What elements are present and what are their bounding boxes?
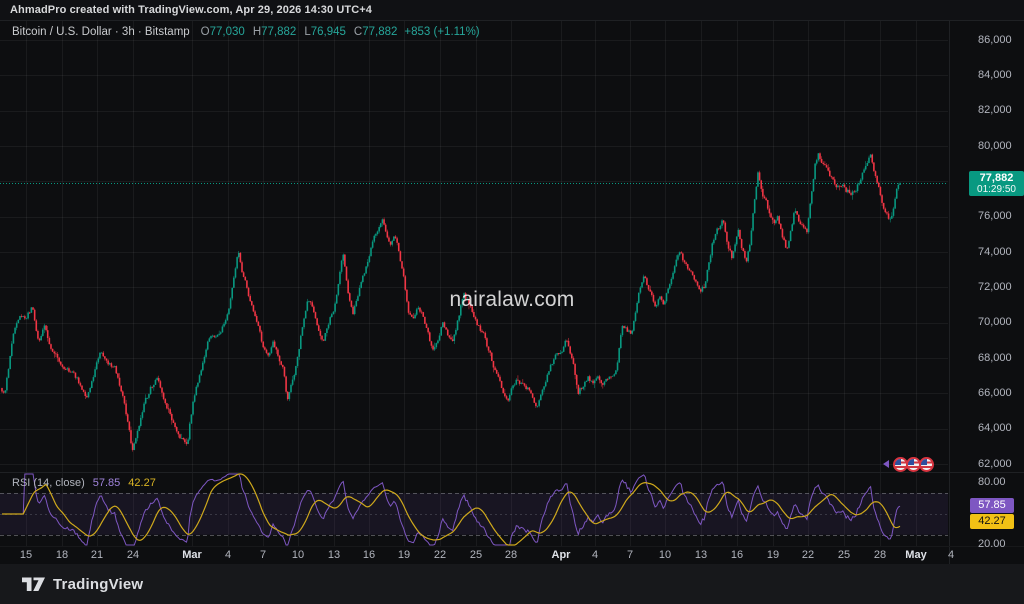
time-tick-day: 22 <box>434 549 446 562</box>
time-tick-day: 25 <box>470 549 482 562</box>
ohlc-pair: H77,882 <box>253 26 297 38</box>
time-tick-day: 13 <box>328 549 340 562</box>
price-scale-label: 64,000 <box>978 422 1012 435</box>
time-tick-day: 4 <box>592 549 598 562</box>
time-tick-day: 10 <box>659 549 671 562</box>
time-axis[interactable]: 15 18 21 24 Mar 4 7 10 13 16 19 22 25 28 Apr 4 7 10 13 16 19… <box>0 547 1024 564</box>
rsi-legend-value: 57.85 <box>93 477 121 489</box>
price-scale-label: 76,000 <box>978 210 1012 223</box>
us-flag-event-icon[interactable] <box>919 457 934 472</box>
watermark-text: nairalaw.com <box>450 288 575 312</box>
price-scale-label: 72,000 <box>978 281 1012 294</box>
price-scale-label: 74,000 <box>978 246 1012 259</box>
time-tick-day: 28 <box>874 549 886 562</box>
price-scale-label: 66,000 <box>978 387 1012 400</box>
time-tick-month: Apr <box>552 549 571 562</box>
time-tick-day: 4 <box>225 549 231 562</box>
time-tick-day: 7 <box>260 549 266 562</box>
rsi-scale-80: 80.00 <box>978 476 1006 489</box>
price-scale-label: 70,000 <box>978 316 1012 329</box>
tradingview-logo-text[interactable]: TradingView <box>53 576 143 593</box>
rsi-ma-legend-value: 42.27 <box>128 477 156 489</box>
time-tick-day: 7 <box>627 549 633 562</box>
time-tick-day: 25 <box>838 549 850 562</box>
symbol-legend[interactable]: Bitcoin / U.S. Dollar · 3h · Bitstamp O7… <box>12 26 480 38</box>
time-tick-month: May <box>905 549 926 562</box>
rsi-legend[interactable]: RSI (14, close) 57.85 42.27 <box>12 477 156 489</box>
price-scale-label: 80,000 <box>978 140 1012 153</box>
tradingview-logo-icon[interactable] <box>22 576 45 593</box>
rsi-legend-title: RSI (14, close) <box>12 477 85 489</box>
rsi-value-badge: 57.85 <box>970 498 1014 513</box>
ohlc-pair: O77,030 <box>201 26 245 38</box>
price-scale-label: 84,000 <box>978 69 1012 82</box>
time-tick-day: 21 <box>91 549 103 562</box>
current-price-value: 77,882 <box>969 172 1024 184</box>
ohlc-pair: L76,945 <box>304 26 346 38</box>
time-tick-day: 24 <box>127 549 139 562</box>
time-tick-day: 16 <box>731 549 743 562</box>
price-scale-label: 68,000 <box>978 352 1012 365</box>
ohlc-values: O77,030 H77,882 L76,945 C77,882 <box>201 26 398 38</box>
bottom-bar: TradingView <box>0 564 1024 604</box>
price-change: +853 (+1.11%) <box>404 26 479 38</box>
time-tick-day: 10 <box>292 549 304 562</box>
time-tick-day: 19 <box>398 549 410 562</box>
time-tick-day: 13 <box>695 549 707 562</box>
tradingview-chart-window: AhmadPro created with TradingView.com, A… <box>0 0 1024 604</box>
price-chart-canvas[interactable] <box>0 21 948 472</box>
bar-countdown: 01:29:50 <box>969 184 1024 195</box>
time-tick-day: 19 <box>767 549 779 562</box>
ohlc-pair: C77,882 <box>354 26 398 38</box>
price-scale-label: 82,000 <box>978 104 1012 117</box>
symbol-title[interactable]: Bitcoin / U.S. Dollar · 3h · Bitstamp <box>12 26 190 38</box>
price-scale-label: 62,000 <box>978 458 1012 471</box>
time-tick-day: 16 <box>363 549 375 562</box>
attribution-bar: AhmadPro created with TradingView.com, A… <box>0 0 1024 21</box>
time-tick-day: 15 <box>20 549 32 562</box>
time-tick-day: 28 <box>505 549 517 562</box>
time-tick-month: Mar <box>182 549 202 562</box>
time-tick-day: 22 <box>802 549 814 562</box>
event-marker-arrow-icon <box>883 460 889 468</box>
time-tick-day: 4 <box>948 549 954 562</box>
pane-divider[interactable] <box>0 472 1024 473</box>
price-scale-separator <box>949 21 950 564</box>
price-scale-label: 86,000 <box>978 34 1012 47</box>
rsi-ma-value-badge: 42.27 <box>970 514 1014 529</box>
current-price-badge: 77,882 01:29:50 <box>969 171 1024 196</box>
time-tick-day: 18 <box>56 549 68 562</box>
attribution-text: AhmadPro created with TradingView.com, A… <box>10 4 372 16</box>
